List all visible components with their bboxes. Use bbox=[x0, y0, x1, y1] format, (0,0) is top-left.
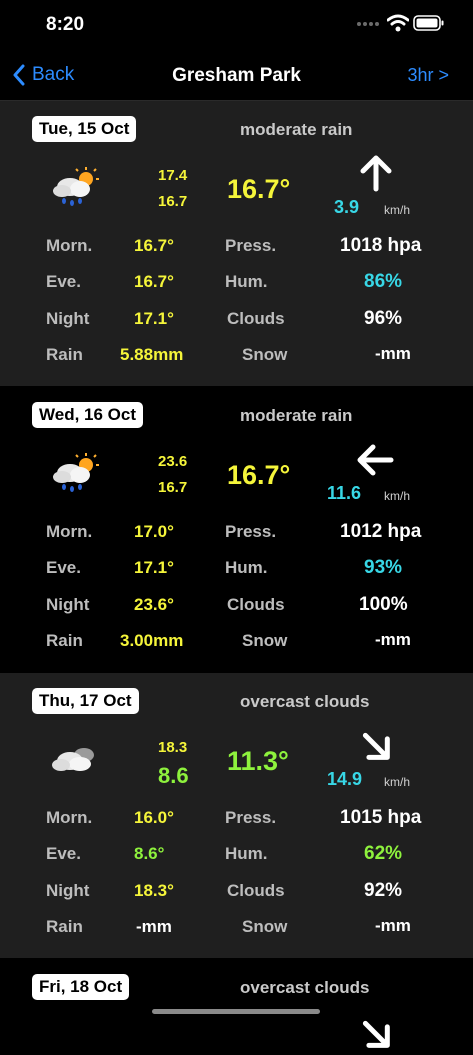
date-badge: Tue, 15 Oct bbox=[32, 116, 137, 142]
rain-label: Rain bbox=[46, 345, 83, 364]
wind-direction-arrow-icon bbox=[357, 444, 394, 476]
low-temp: 8.6 bbox=[158, 763, 189, 788]
clouds-label: Clouds bbox=[227, 595, 285, 614]
day-card[interactable]: Fri, 18 Oct overcast clouds bbox=[0, 959, 473, 1048]
morning-label: Morn. bbox=[46, 522, 93, 541]
pressure-label: Press. bbox=[225, 522, 277, 541]
humidity-value: 86% bbox=[364, 271, 403, 292]
main-temperature: 16.7° bbox=[227, 460, 291, 490]
evening-temp: 8.6° bbox=[134, 844, 165, 863]
weather-description: overcast clouds bbox=[240, 978, 370, 997]
night-label: Night bbox=[46, 309, 90, 328]
wifi-icon bbox=[387, 14, 409, 32]
high-temp: 18.3 bbox=[158, 739, 188, 756]
morning-temp: 16.7° bbox=[134, 236, 174, 255]
main-temperature: 16.7° bbox=[227, 174, 291, 204]
morning-label: Morn. bbox=[46, 236, 93, 255]
rain-value: -mm bbox=[136, 917, 172, 936]
high-temp: 23.6 bbox=[158, 453, 188, 470]
clouds-label: Clouds bbox=[227, 881, 285, 900]
snow-value: -mm bbox=[375, 916, 411, 935]
night-label: Night bbox=[46, 595, 90, 614]
main-temperature: 11.3° bbox=[227, 746, 289, 776]
clouds-label: Clouds bbox=[227, 309, 285, 328]
rain-label: Rain bbox=[46, 631, 83, 650]
night-temp: 17.1° bbox=[134, 309, 174, 328]
high-temp: 17.4 bbox=[158, 167, 188, 184]
wind-direction-arrow-icon bbox=[360, 155, 392, 192]
morning-label: Morn. bbox=[46, 808, 93, 827]
evening-temp: 16.7° bbox=[134, 272, 174, 291]
weather-description: moderate rain bbox=[240, 406, 353, 425]
wind-unit: km/h bbox=[384, 775, 411, 789]
morning-temp: 17.0° bbox=[134, 522, 174, 541]
wind-speed: 14.9 bbox=[327, 769, 363, 789]
snow-label: Snow bbox=[242, 631, 288, 650]
wind-speed: 3.9 bbox=[334, 197, 360, 217]
humidity-label: Hum. bbox=[225, 272, 268, 291]
battery-icon bbox=[413, 15, 444, 31]
snow-label: Snow bbox=[242, 345, 288, 364]
wind-direction-arrow-icon bbox=[362, 1020, 390, 1048]
pressure-value: 1015 hpa bbox=[340, 807, 422, 828]
evening-temp: 17.1° bbox=[134, 558, 174, 577]
signal-icon bbox=[357, 22, 379, 28]
clouds-value: 96% bbox=[364, 308, 403, 329]
weather-description: overcast clouds bbox=[240, 692, 370, 711]
status-bar: 8:20 bbox=[0, 0, 473, 50]
three-hour-button[interactable]: 3hr > bbox=[407, 65, 449, 86]
wind-direction-arrow-icon bbox=[362, 732, 390, 760]
clouds-value: 100% bbox=[359, 594, 408, 615]
rain-sun-icon bbox=[53, 453, 99, 492]
date-badge: Wed, 16 Oct bbox=[32, 402, 143, 428]
evening-label: Eve. bbox=[46, 844, 81, 863]
snow-label: Snow bbox=[242, 917, 288, 936]
page-title: Gresham Park bbox=[172, 65, 301, 86]
date-badge: Thu, 17 Oct bbox=[32, 688, 139, 714]
night-temp: 23.6° bbox=[134, 595, 174, 614]
day-card[interactable]: Thu, 17 Oct overcast clouds 18.3 8.6 11.… bbox=[0, 673, 473, 958]
low-temp: 16.7 bbox=[158, 193, 188, 210]
wind-speed: 11.6 bbox=[327, 483, 362, 503]
home-indicator[interactable] bbox=[152, 1009, 320, 1014]
humidity-label: Hum. bbox=[225, 844, 268, 863]
status-icons bbox=[357, 14, 447, 36]
snow-value: -mm bbox=[375, 630, 411, 649]
status-time: 8:20 bbox=[46, 14, 85, 35]
rain-value: 3.00mm bbox=[120, 631, 184, 650]
morning-temp: 16.0° bbox=[134, 808, 174, 827]
humidity-value: 62% bbox=[364, 843, 403, 864]
night-temp: 18.3° bbox=[134, 881, 174, 900]
cloud-icon bbox=[52, 748, 94, 771]
evening-label: Eve. bbox=[46, 558, 81, 577]
day-card[interactable]: Wed, 16 Oct moderate rain 23.6 16.7 16.7… bbox=[0, 387, 473, 672]
wind-unit: km/h bbox=[384, 203, 411, 217]
humidity-value: 93% bbox=[364, 557, 403, 578]
navigation-bar: Back Gresham Park 3hr > bbox=[0, 50, 473, 101]
pressure-value: 1018 hpa bbox=[340, 235, 422, 256]
day-card[interactable]: Tue, 15 Oct moderate rain 17.4 16.7 16.7… bbox=[0, 101, 473, 386]
weather-description: moderate rain bbox=[240, 120, 353, 139]
night-label: Night bbox=[46, 881, 90, 900]
rain-value: 5.88mm bbox=[120, 345, 184, 364]
pressure-label: Press. bbox=[225, 236, 277, 255]
pressure-label: Press. bbox=[225, 808, 277, 827]
low-temp: 16.7 bbox=[158, 479, 188, 496]
snow-value: -mm bbox=[375, 344, 411, 363]
wind-unit: km/h bbox=[384, 489, 411, 503]
evening-label: Eve. bbox=[46, 272, 81, 291]
clouds-value: 92% bbox=[364, 880, 403, 901]
date-badge: Fri, 18 Oct bbox=[32, 974, 130, 1000]
pressure-value: 1012 hpa bbox=[340, 521, 422, 542]
rain-sun-icon bbox=[53, 167, 99, 206]
humidity-label: Hum. bbox=[225, 558, 268, 577]
rain-label: Rain bbox=[46, 917, 83, 936]
